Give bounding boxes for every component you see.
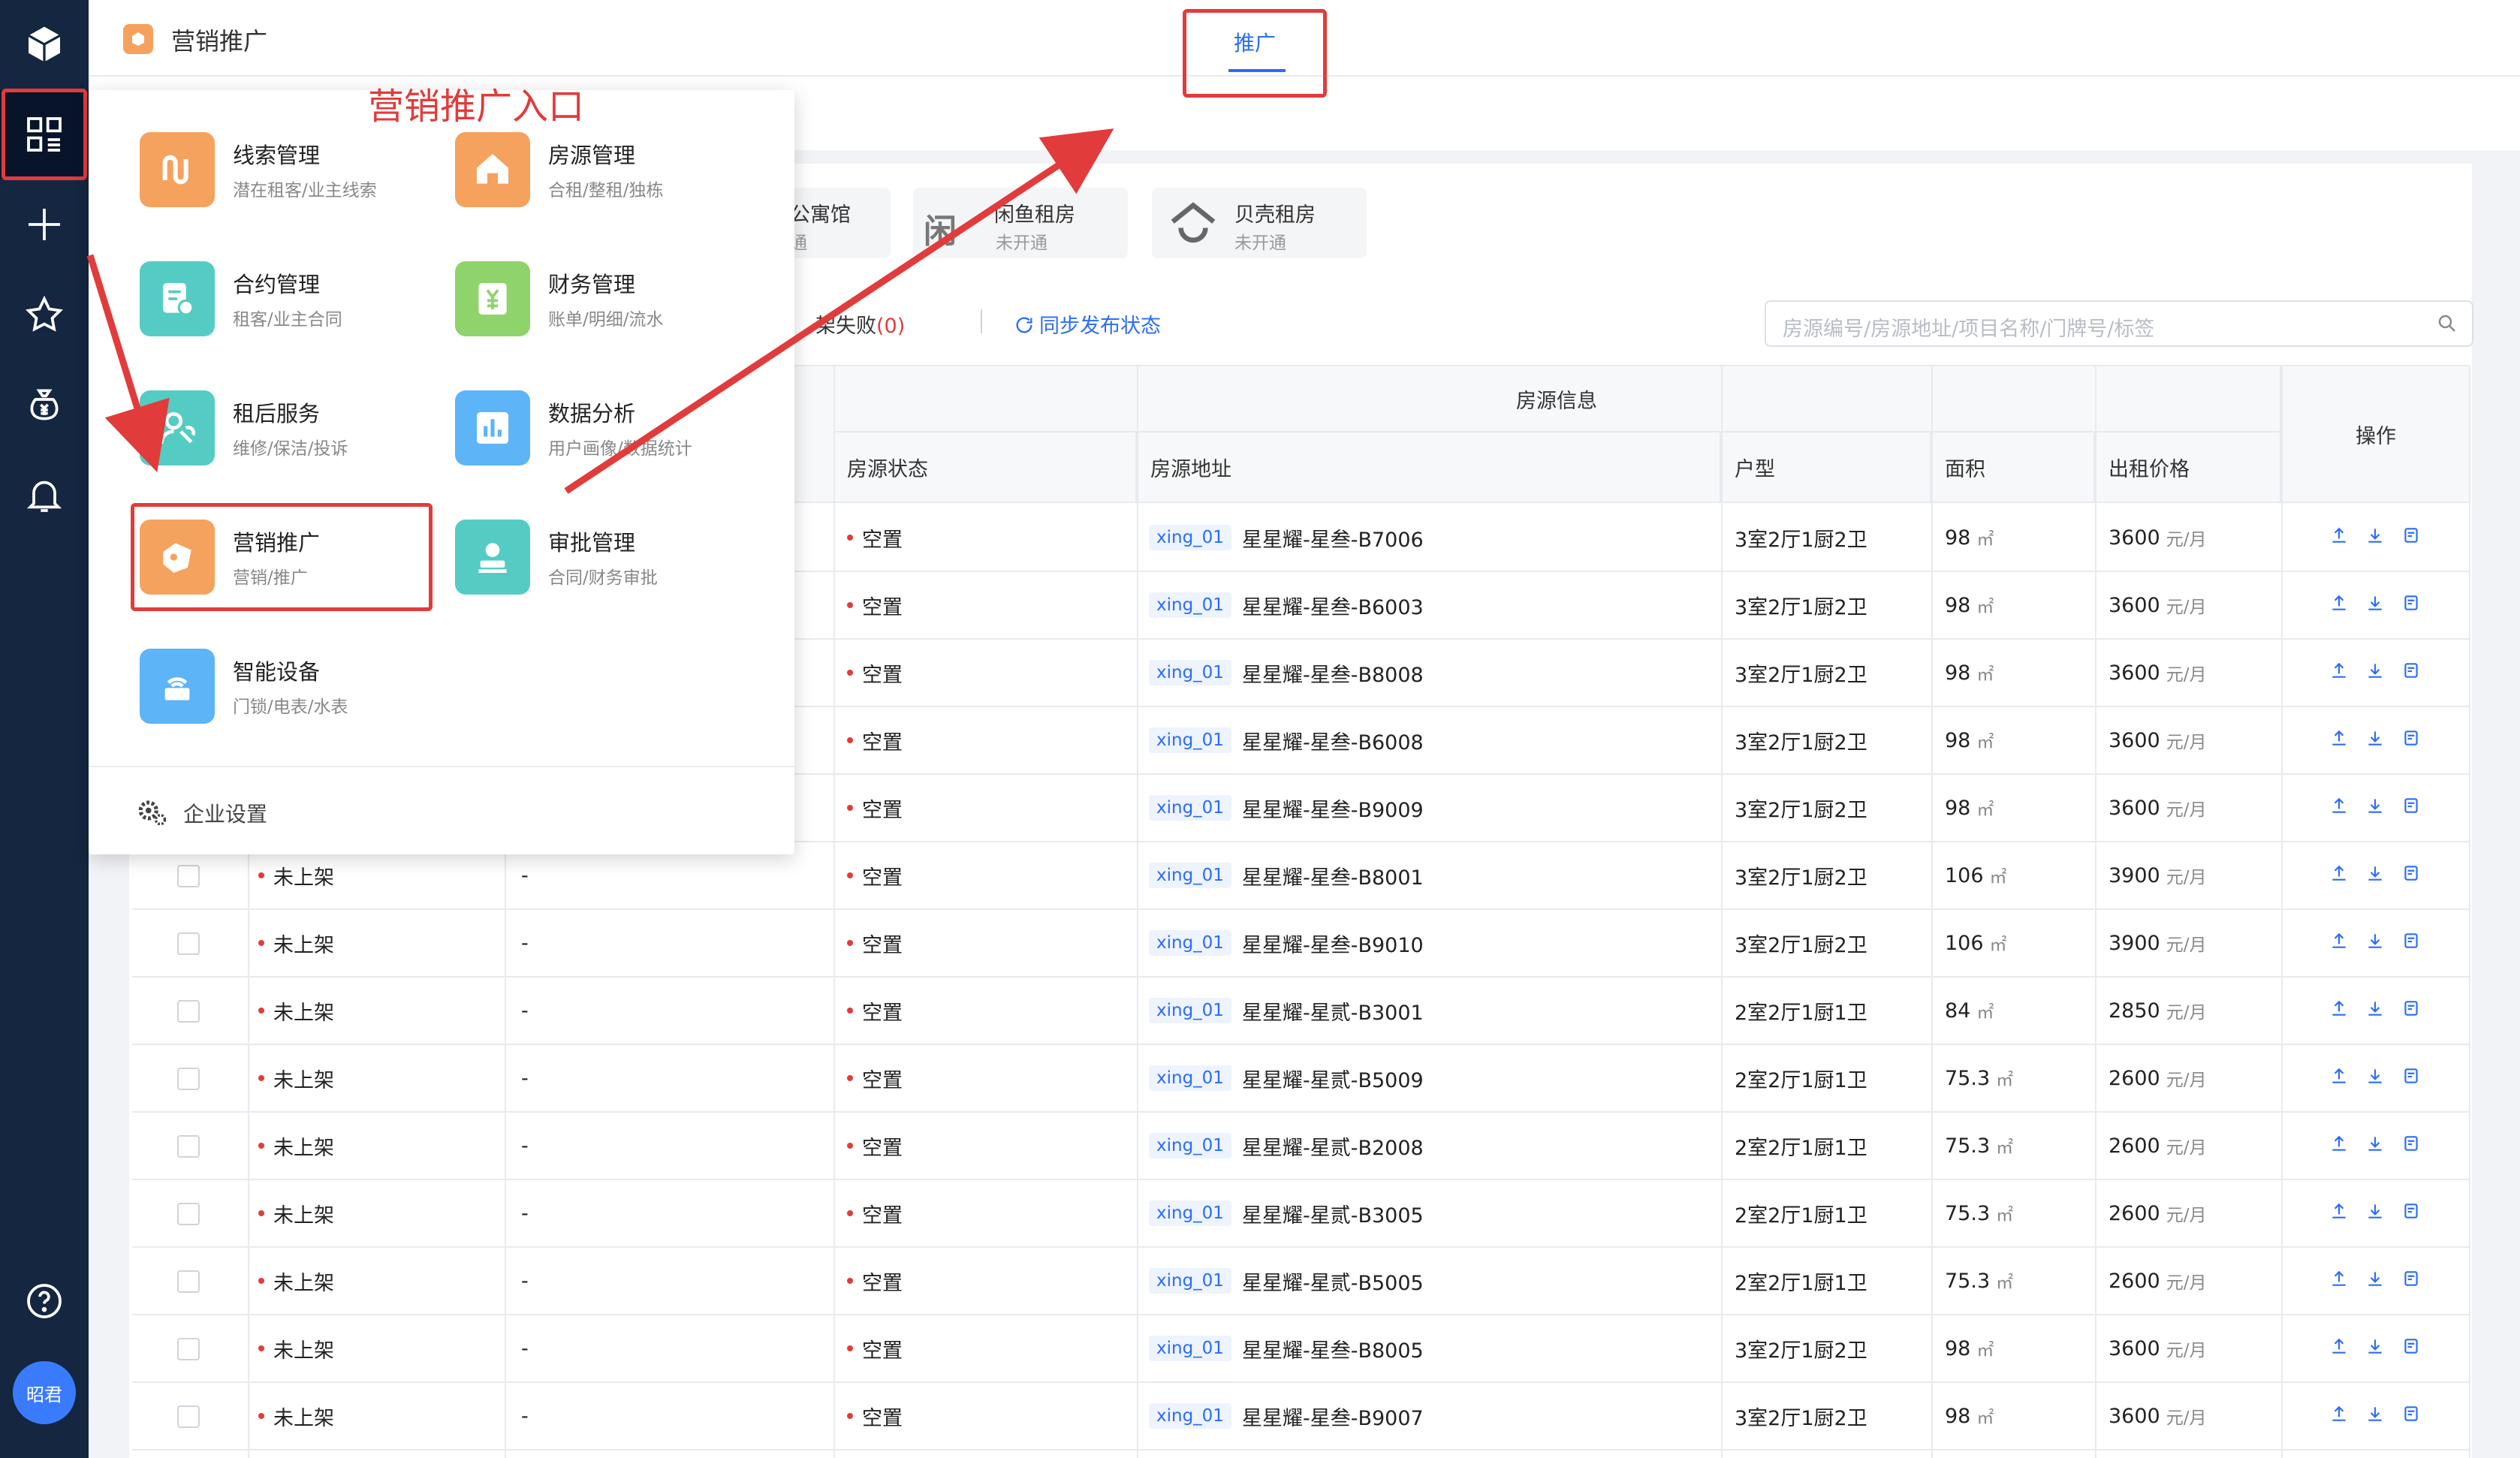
arrow-down [86,254,170,472]
annotation-arrows [86,128,1114,494]
arrow-to-tab [564,128,1114,494]
